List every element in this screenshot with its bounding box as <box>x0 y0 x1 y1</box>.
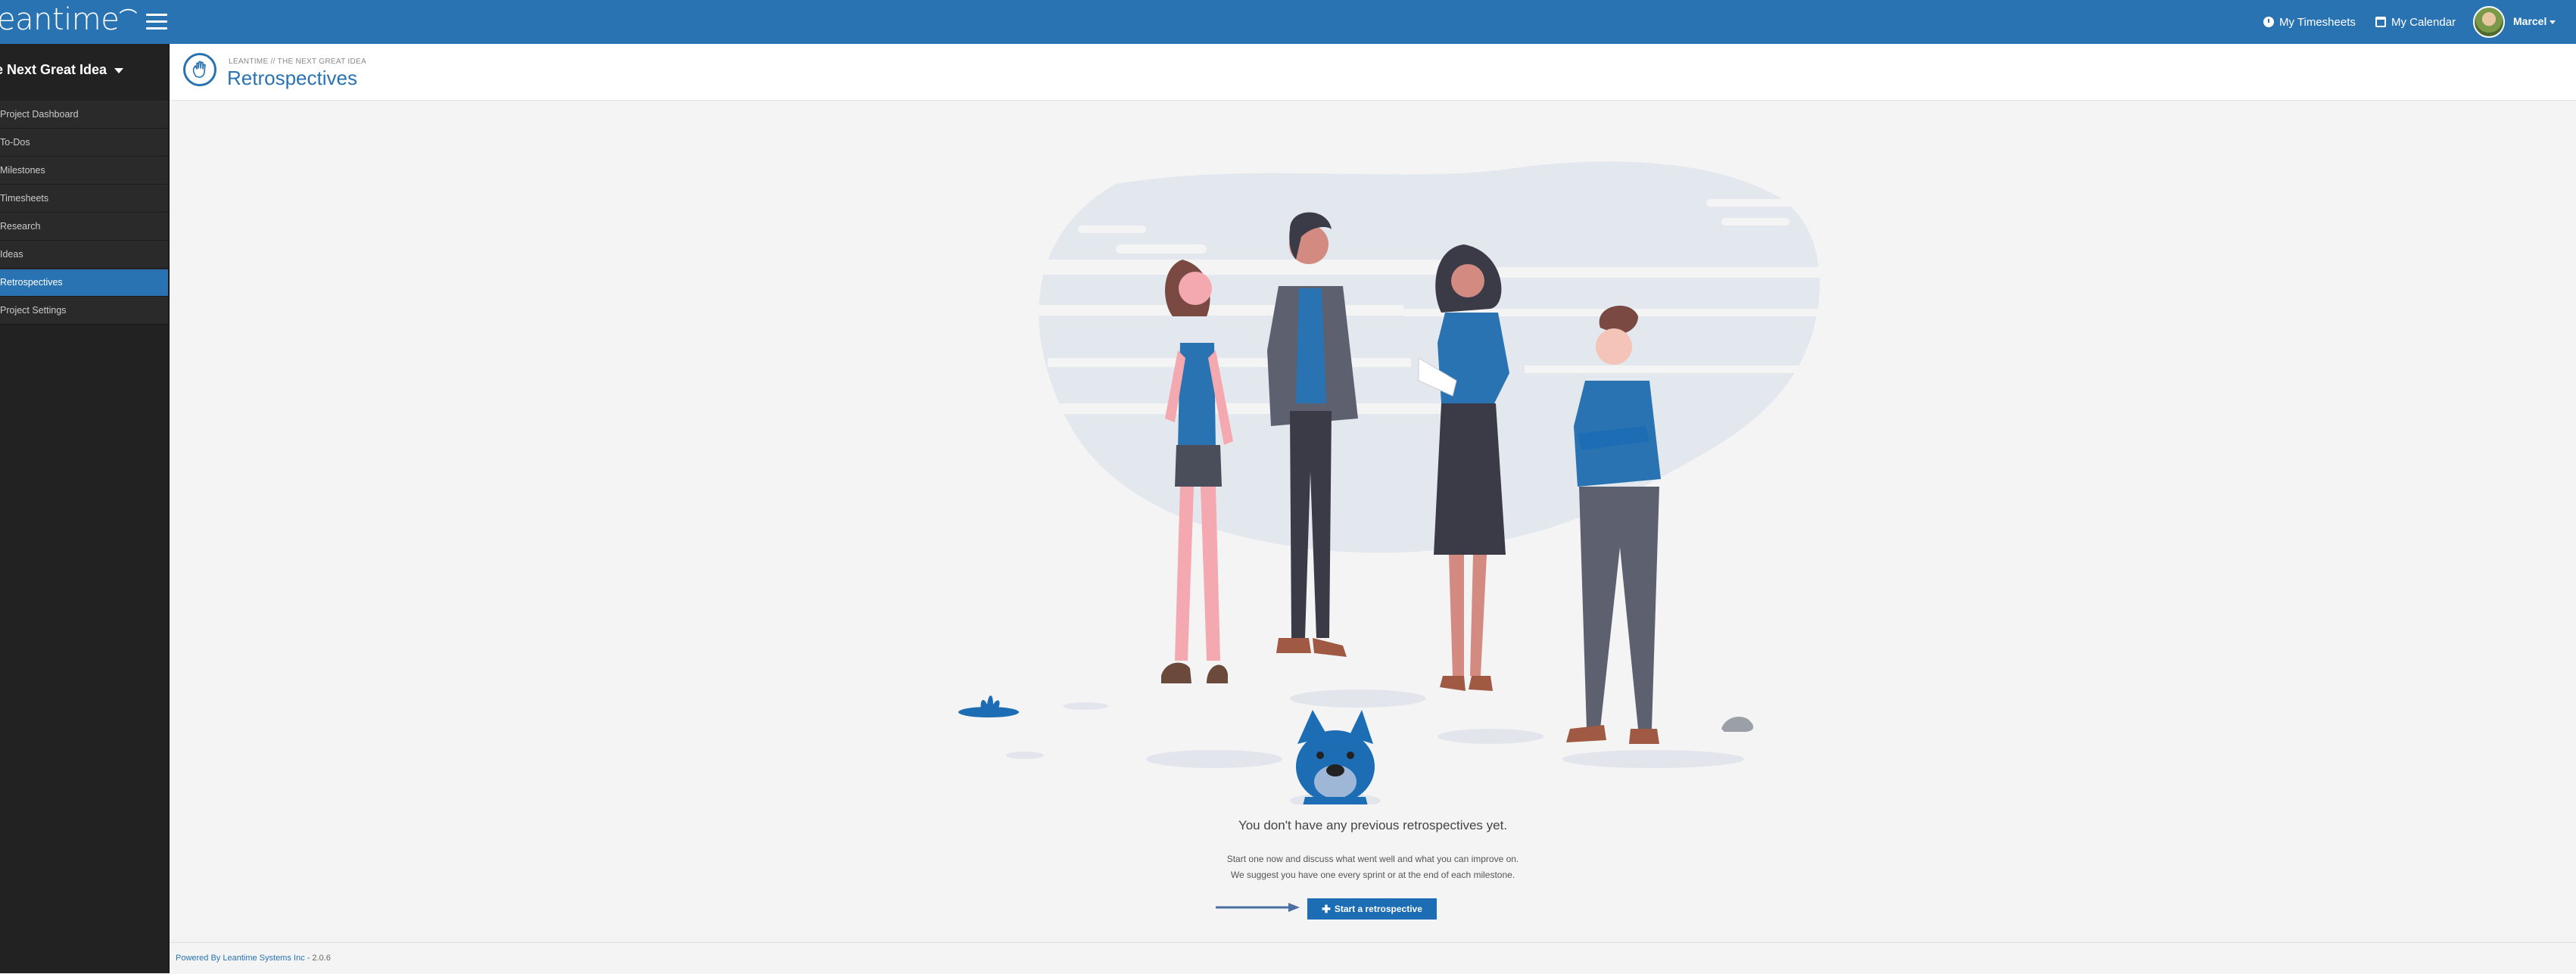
footer-text: Powered By Leantime Systems Inc - 2.0.6 <box>176 954 331 963</box>
sidebar-item-label: To-Dos <box>0 137 30 148</box>
user-name: Marcel <box>2513 15 2547 27</box>
project-name: e Next Great Idea <box>0 62 107 77</box>
my-calendar-link[interactable]: My Calendar <box>2375 0 2456 44</box>
sidebar-menu: Project Dashboard To-Dos Milestones Time… <box>0 101 168 325</box>
user-menu[interactable]: Marcel <box>2513 15 2556 27</box>
sidebar: e Next Great Idea Project Dashboard To-D… <box>0 44 170 973</box>
clock-icon <box>2263 17 2274 27</box>
page-title: Retrospectives <box>227 67 357 89</box>
start-retrospective-label: Start a retrospective <box>1334 904 1422 914</box>
sidebar-item-project-settings[interactable]: Project Settings <box>0 297 168 325</box>
sidebar-item-label: Project Settings <box>0 305 67 316</box>
footer: Powered By Leantime Systems Inc - 2.0.6 <box>170 942 2576 974</box>
top-bar: eantime⌒ My Timesheets My Calendar Marce… <box>0 0 2576 44</box>
user-avatar[interactable] <box>2473 6 2505 38</box>
sidebar-item-ideas[interactable]: Ideas <box>0 241 168 269</box>
breadcrumb: LEANTIME // THE NEXT GREAT IDEA <box>229 58 366 66</box>
arrow-right-icon <box>1216 903 1300 912</box>
version-text: - 2.0.6 <box>304 954 331 963</box>
sidebar-item-label: Project Dashboard <box>0 109 79 120</box>
my-timesheets-link[interactable]: My Timesheets <box>2263 0 2356 44</box>
chevron-down-icon <box>2550 20 2556 24</box>
hamburger-icon[interactable] <box>146 14 167 30</box>
empty-state-line1: Start one now and discuss what went well… <box>1226 854 1519 864</box>
sidebar-item-label: Retrospectives <box>0 277 63 288</box>
sidebar-item-label: Timesheets <box>0 193 49 204</box>
leantime-logo[interactable]: eantime⌒ <box>0 5 137 35</box>
empty-state-title: You don't have any previous retrospectiv… <box>1238 818 1508 832</box>
sidebar-item-timesheets[interactable]: Timesheets <box>0 185 168 213</box>
project-selector[interactable]: e Next Great Idea <box>0 62 124 78</box>
sidebar-item-research[interactable]: Research <box>0 213 168 241</box>
main-content: You don't have any previous retrospectiv… <box>170 101 2576 939</box>
team-illustration <box>958 161 1858 804</box>
my-timesheets-label: My Timesheets <box>2279 15 2356 29</box>
sidebar-item-milestones[interactable]: Milestones <box>0 157 168 185</box>
sidebar-item-label: Milestones <box>0 165 45 176</box>
empty-state-line2: We suggest you have one every sprint or … <box>1230 870 1515 880</box>
sidebar-item-retrospectives[interactable]: Retrospectives <box>0 269 168 297</box>
plus-icon: ✚ <box>1322 902 1331 915</box>
hand-wave-icon <box>183 53 216 86</box>
sidebar-item-label: Ideas <box>0 249 23 260</box>
logo-text: eantime <box>0 2 120 37</box>
my-calendar-label: My Calendar <box>2391 15 2456 29</box>
chevron-down-icon <box>114 67 124 73</box>
start-retrospective-button[interactable]: ✚ Start a retrospective <box>1307 898 1437 920</box>
calendar-icon <box>2375 17 2386 27</box>
sidebar-item-label: Research <box>0 221 41 232</box>
sidebar-item-todos[interactable]: To-Dos <box>0 129 168 157</box>
sidebar-item-project-dashboard[interactable]: Project Dashboard <box>0 101 168 129</box>
powered-by-link[interactable]: Powered By Leantime Systems Inc <box>176 954 305 963</box>
page-header: LEANTIME // THE NEXT GREAT IDEA Retrospe… <box>170 44 2576 101</box>
